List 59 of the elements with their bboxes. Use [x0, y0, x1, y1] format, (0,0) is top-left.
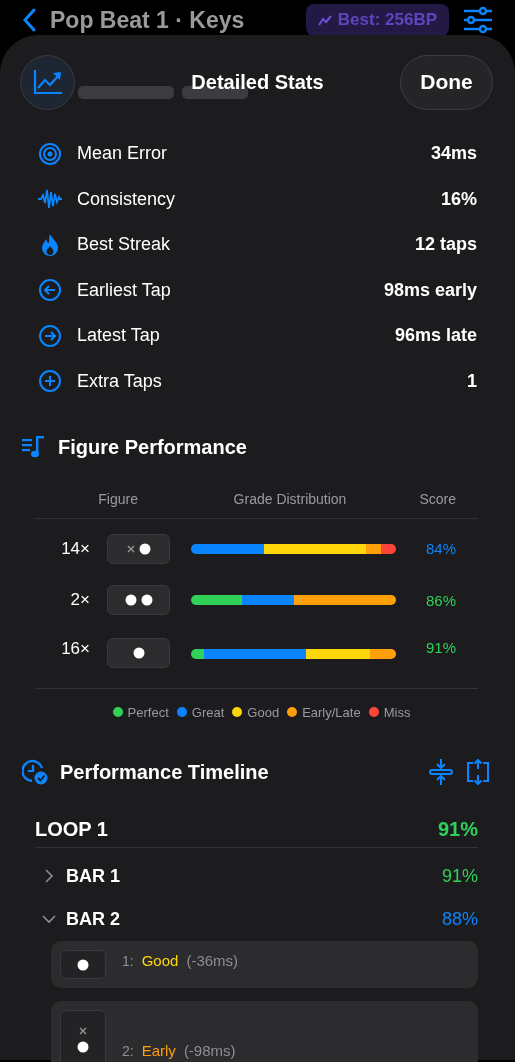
legend-label: Miss [383, 704, 411, 720]
legend-label: Great [191, 704, 225, 720]
bar-label[interactable]: BAR 1 [66, 865, 442, 887]
column-header: Grade Distribution [232, 491, 348, 507]
tap-number: 2: [122, 1042, 134, 1059]
tap-grade: Early [141, 1042, 176, 1059]
stat-value: 1 [467, 370, 477, 392]
back-icon[interactable] [22, 8, 36, 32]
loop-label[interactable]: LOOP 1 [35, 817, 108, 841]
stat-label: Latest Tap [77, 325, 161, 347]
figure-count: 14× [60, 538, 90, 559]
stat-value: 34ms [430, 143, 477, 165]
figure-count: 16× [60, 639, 90, 659]
bar-label[interactable]: BAR 2 [66, 908, 442, 930]
tap-number: 1: [122, 952, 134, 969]
stat-label: Earliest Tap [77, 279, 172, 301]
stat-label: Mean Error [77, 143, 169, 165]
section-title: Figure Performance [58, 435, 247, 459]
settings-icon[interactable] [463, 6, 493, 34]
song-title: Pop Beat 1 · Keys [50, 6, 246, 34]
score-value: 91% [437, 817, 478, 841]
note-figure [107, 585, 170, 616]
chevron-icon[interactable] [42, 912, 56, 926]
target-icon [38, 141, 62, 166]
note-figure [107, 533, 170, 564]
tap-grade: Good [141, 952, 179, 969]
note-figure [60, 950, 106, 979]
done-button[interactable]: Done [400, 54, 493, 110]
score-value: 91% [441, 865, 478, 887]
chevron-icon[interactable] [42, 869, 56, 883]
plus-icon [38, 369, 62, 394]
note-figure [107, 638, 170, 668]
legend-label: Good [247, 704, 280, 720]
music-list-icon [22, 436, 46, 458]
collapse-icon[interactable] [429, 759, 453, 785]
column-header: Figure [97, 491, 139, 507]
clock-check-icon [22, 759, 48, 785]
stat-label: Best Streak [77, 234, 172, 256]
trend-icon [317, 14, 332, 26]
expand-icon[interactable] [465, 759, 491, 785]
score-value: 84% [424, 540, 456, 558]
stat-label: Consistency [77, 188, 177, 210]
stat-label: Extra Taps [77, 370, 163, 392]
tap-offset: (-36ms) [186, 952, 239, 969]
stat-value: 96ms late [394, 325, 477, 347]
score-value: 91% [424, 639, 456, 656]
stat-value: 98ms early [383, 279, 477, 301]
legend-label: Perfect [127, 704, 169, 720]
legend-label: Early/Late [302, 704, 361, 720]
score-value: 86% [424, 591, 456, 609]
tap-offset: (-98ms) [183, 1042, 236, 1059]
best-badge: Best: 256BP [305, 4, 449, 36]
stat-value: 16% [440, 188, 477, 210]
section-title: Performance Timeline [60, 760, 269, 784]
column-header: Score [418, 491, 456, 507]
figure-count: 2× [69, 590, 90, 611]
sheet-title: Detailed Stats [190, 70, 324, 94]
score-value: 88% [441, 908, 478, 930]
stat-value: 12 taps [414, 234, 477, 256]
